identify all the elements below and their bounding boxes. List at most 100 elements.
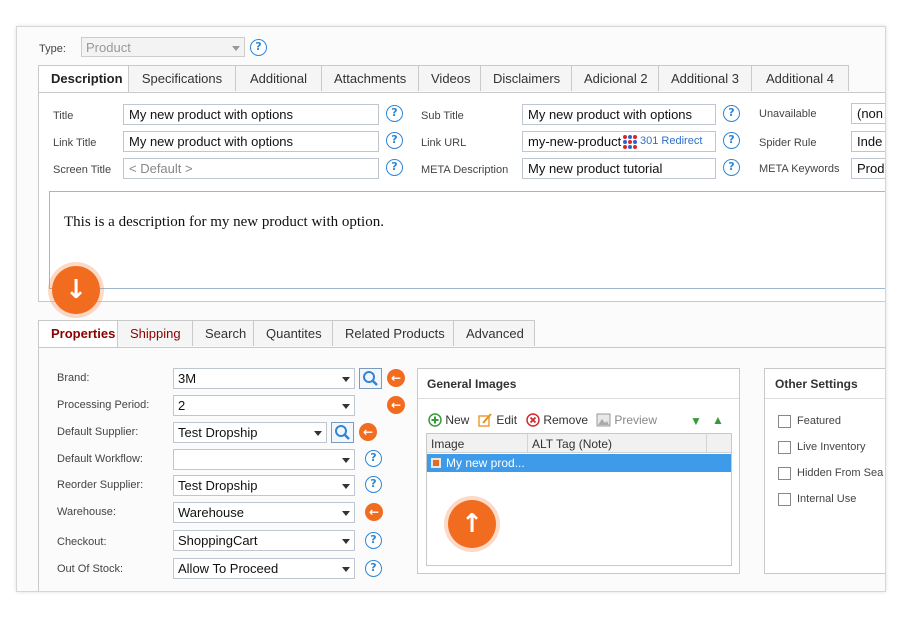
type-value: Product (86, 40, 131, 55)
preview-label: Preview (614, 413, 658, 427)
meta-keywords-input[interactable]: Prod (851, 158, 885, 179)
live-inventory-checkbox[interactable] (778, 441, 791, 454)
title-help-icon[interactable]: ? (386, 105, 403, 122)
reorder-supplier-label: Reorder Supplier: (57, 479, 144, 491)
supplier-search-button[interactable] (331, 422, 354, 443)
tab-quantites[interactable]: Quantites (253, 320, 333, 346)
link-title-help-icon[interactable]: ? (386, 132, 403, 149)
warehouse-arrow-left-icon[interactable]: ← (365, 503, 383, 521)
tab-description[interactable]: Description (38, 65, 129, 92)
hidden-from-search-checkbox[interactable] (778, 467, 791, 480)
tab-additional-3[interactable]: Additional 3 (658, 65, 752, 91)
warehouse-label: Warehouse: (57, 506, 116, 518)
preview-button[interactable]: Preview (596, 413, 657, 429)
tab-adicional-2[interactable]: Adicional 2 (571, 65, 659, 91)
reorder-supplier-help-icon[interactable]: ? (365, 476, 382, 493)
tab-videos[interactable]: Videos (418, 65, 481, 91)
link-url-value: my-new-product (528, 134, 622, 149)
warehouse-select[interactable]: Warehouse (173, 502, 355, 523)
grid-header: Image ALT Tag (Note) (427, 434, 731, 453)
window-frame: Type: Product ? Description Specificatio… (16, 26, 886, 592)
featured-checkbox[interactable] (778, 415, 791, 428)
out-of-stock-select[interactable]: Allow To Proceed (173, 558, 355, 579)
image-row-name: My new prod... (446, 456, 525, 470)
reorder-supplier-value: Test Dropship (178, 478, 258, 493)
type-select[interactable]: Product (81, 37, 245, 57)
meta-description-input[interactable]: My new product tutorial (522, 158, 716, 179)
screen-title-help-icon[interactable]: ? (386, 159, 403, 176)
out-of-stock-label: Out Of Stock: (57, 563, 124, 575)
edit-button[interactable]: Edit (478, 413, 517, 429)
bottom-tabs: Properties Shipping Search Quantites Rel… (38, 320, 535, 347)
checkout-label: Checkout: (57, 536, 107, 548)
tab-search[interactable]: Search (192, 320, 254, 346)
arrow-up-icon[interactable]: ↑ (448, 500, 496, 548)
live-inventory-label: Live Inventory (797, 441, 866, 453)
out-of-stock-help-icon[interactable]: ? (365, 560, 382, 577)
brand-value: 3M (178, 371, 197, 386)
tab-additional-4[interactable]: Additional 4 (751, 65, 849, 91)
remove-button[interactable]: Remove (526, 413, 588, 429)
screen-title-label: Screen Title (53, 164, 112, 176)
screen-title-input[interactable]: < Default > (123, 158, 379, 179)
tab-advanced[interactable]: Advanced (453, 320, 535, 346)
description-editor[interactable]: This is a description for my new product… (49, 191, 885, 289)
meta-description-help-icon[interactable]: ? (723, 159, 740, 176)
brand-arrow-left-icon[interactable]: ← (387, 369, 405, 387)
type-label: Type: (39, 43, 66, 55)
tab-disclaimers[interactable]: Disclaimers (480, 65, 572, 91)
checkout-help-icon[interactable]: ? (365, 532, 382, 549)
default-workflow-select[interactable] (173, 449, 355, 470)
reorder-supplier-select[interactable]: Test Dropship (173, 475, 355, 496)
arrow-down-icon[interactable]: ↓ (52, 266, 100, 314)
tab-specifications[interactable]: Specifications (128, 65, 236, 91)
checkout-select[interactable]: ShoppingCart (173, 530, 355, 551)
title-input[interactable]: My new product with options (123, 104, 379, 125)
link-url-input[interactable]: my-new-product 301 Redirect (522, 131, 716, 152)
link-title-input[interactable]: My new product with options (123, 131, 379, 152)
product-editor: Type: Product ? Description Specificatio… (37, 29, 885, 591)
spider-rule-label: Spider Rule (759, 137, 817, 149)
processing-period-label: Processing Period: (57, 399, 150, 411)
sub-title-input[interactable]: My new product with options (522, 104, 716, 125)
meta-keywords-label: META Keywords (759, 163, 840, 175)
column-alt-tag[interactable]: ALT Tag (Note) (532, 437, 612, 451)
tab-additional[interactable]: Additional (235, 65, 322, 91)
processing-period-select[interactable]: 2 (173, 395, 355, 416)
default-supplier-arrow-left-icon[interactable]: ← (359, 423, 377, 441)
processing-period-arrow-left-icon[interactable]: ← (387, 396, 405, 414)
hidden-from-search-label: Hidden From Sea (797, 467, 884, 479)
remove-icon (526, 413, 540, 427)
divider (418, 398, 739, 399)
link-url-help-icon[interactable]: ? (723, 132, 740, 149)
column-image[interactable]: Image (431, 437, 464, 451)
unavailable-select[interactable]: (non (851, 103, 885, 124)
redirect-label: 301 Redirect (640, 135, 703, 147)
tab-related-products[interactable]: Related Products (332, 320, 454, 346)
redirect-icon (623, 135, 637, 149)
brand-select[interactable]: 3M (173, 368, 355, 389)
default-supplier-select[interactable]: Test Dropship (173, 422, 327, 443)
brand-label: Brand: (57, 372, 90, 384)
tab-properties[interactable]: Properties (38, 320, 118, 347)
tab-shipping[interactable]: Shipping (117, 320, 193, 346)
internal-use-checkbox[interactable] (778, 493, 791, 506)
other-settings-panel: Other Settings Featured Live Inventory H… (764, 368, 885, 574)
table-row[interactable]: My new prod... (427, 454, 731, 472)
type-help-icon[interactable]: ? (250, 39, 267, 56)
brand-search-button[interactable] (359, 368, 382, 389)
move-down-icon[interactable]: ▼ (690, 414, 702, 428)
spider-rule-select[interactable]: Inde (851, 131, 885, 152)
move-up-icon[interactable]: ▲ (712, 413, 724, 427)
default-supplier-label: Default Supplier: (57, 426, 139, 438)
default-workflow-help-icon[interactable]: ? (365, 450, 382, 467)
sub-title-help-icon[interactable]: ? (723, 105, 740, 122)
new-label: New (445, 413, 470, 427)
title-label: Title (53, 110, 74, 122)
top-tabs: Description Specifications Additional At… (38, 65, 849, 92)
default-supplier-value: Test Dropship (178, 425, 258, 440)
search-icon (363, 371, 378, 386)
tab-attachments[interactable]: Attachments (321, 65, 419, 91)
new-button[interactable]: New (428, 413, 469, 429)
redirect-link[interactable]: 301 Redirect (622, 132, 715, 151)
